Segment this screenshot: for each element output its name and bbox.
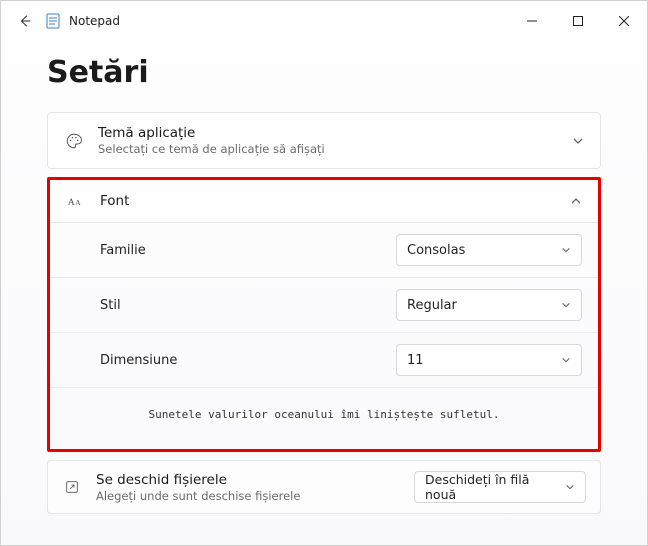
font-style-value: Regular	[407, 298, 561, 313]
files-card-header[interactable]: Se deschid fișierele Alegeți unde sunt d…	[48, 461, 600, 513]
palette-icon	[64, 132, 84, 150]
font-family-row: Familie Consolas	[50, 223, 598, 278]
notepad-icon	[45, 13, 61, 29]
font-section-highlight: AA Font Familie Consolas	[47, 177, 601, 452]
titlebar: Notepad	[1, 1, 647, 41]
files-open-mode-select[interactable]: Deschideți în filă nouă	[414, 471, 586, 503]
maximize-icon	[573, 16, 583, 26]
font-style-select[interactable]: Regular	[396, 289, 582, 321]
files-open-mode-value: Deschideți în filă nouă	[425, 472, 559, 502]
font-size-label: Dimensiune	[100, 353, 396, 368]
app-window: Notepad Setări Temă aplicație Sele	[0, 0, 648, 546]
close-button[interactable]	[601, 1, 647, 41]
font-size-value: 11	[407, 353, 561, 368]
minimize-button[interactable]	[509, 1, 555, 41]
chevron-up-icon	[570, 195, 582, 207]
theme-subtitle: Selectați ce temă de aplicație să afișaț…	[98, 142, 572, 156]
theme-card[interactable]: Temă aplicație Selectați ce temă de apli…	[47, 112, 601, 169]
svg-text:A: A	[75, 198, 81, 207]
font-style-row: Stil Regular	[50, 278, 598, 333]
font-card-body: Familie Consolas Stil Regular Dimensiune	[50, 223, 598, 449]
chevron-down-icon	[565, 482, 575, 492]
files-subtitle: Alegeți unde sunt deschise fișierele	[96, 489, 414, 503]
font-family-select[interactable]: Consolas	[396, 234, 582, 266]
font-family-value: Consolas	[407, 243, 561, 258]
chevron-down-icon	[572, 135, 584, 147]
minimize-icon	[527, 16, 537, 26]
files-card[interactable]: Se deschid fișierele Alegeți unde sunt d…	[47, 460, 601, 514]
open-file-icon	[62, 479, 82, 495]
arrow-left-icon	[18, 14, 32, 28]
svg-text:A: A	[68, 197, 75, 208]
font-style-label: Stil	[100, 298, 396, 313]
font-family-label: Familie	[100, 243, 396, 258]
back-button[interactable]	[9, 5, 41, 37]
chevron-down-icon	[561, 300, 571, 310]
font-size-select[interactable]: 11	[396, 344, 582, 376]
page-title: Setări	[47, 55, 601, 90]
window-controls	[509, 1, 647, 41]
font-preview-text: Sunetele valurilor oceanului îmi liniște…	[50, 388, 598, 431]
font-icon: AA	[66, 192, 86, 210]
font-card-header-row[interactable]: AA Font	[50, 180, 598, 223]
font-title: Font	[100, 193, 570, 209]
maximize-button[interactable]	[555, 1, 601, 41]
theme-title: Temă aplicație	[98, 125, 572, 141]
close-icon	[619, 16, 629, 26]
theme-card-header[interactable]: Temă aplicație Selectați ce temă de apli…	[48, 113, 600, 168]
chevron-down-icon	[561, 355, 571, 365]
chevron-down-icon	[561, 245, 571, 255]
files-title: Se deschid fișierele	[96, 472, 414, 488]
content-area: Setări Temă aplicație Selectați ce temă …	[1, 41, 647, 545]
font-size-row: Dimensiune 11	[50, 333, 598, 388]
app-title: Notepad	[69, 14, 120, 28]
